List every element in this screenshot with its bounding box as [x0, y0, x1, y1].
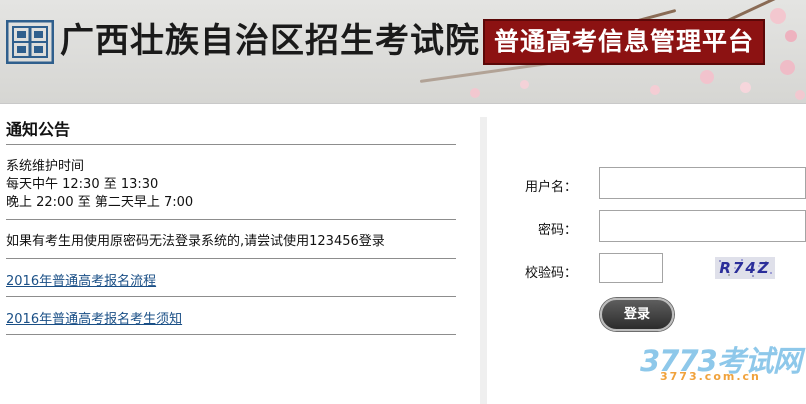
watermark-url: 3773.com.cn — [660, 370, 761, 383]
list-item: 2016年普通高考报名考生须知 — [6, 297, 456, 335]
blossom-flower — [785, 30, 797, 42]
password-field[interactable] — [599, 210, 806, 242]
captcha-field[interactable] — [599, 253, 663, 283]
captcha-label: 校验码： — [524, 266, 577, 281]
org-name: 广西壮族自治区招生考试院 — [60, 21, 480, 61]
notice-panel: 通知公告 系统维护时间 每天中午 12:30 至 13:30 晚上 22:00 … — [6, 112, 456, 335]
captcha-image[interactable]: R74Z — [715, 257, 775, 279]
notice-link-registration-guide[interactable]: 2016年普通高考报名考生须知 — [6, 312, 182, 327]
site-header: 广西壮族自治区招生考试院 普通高考信息管理平台 — [0, 0, 806, 104]
notice-link-registration-process[interactable]: 2016年普通高考报名流程 — [6, 274, 156, 289]
notice-title: 通知公告 — [6, 112, 456, 145]
blossom-flower — [795, 90, 805, 100]
login-button[interactable]: 登录 — [600, 298, 674, 331]
blossom-flower — [650, 85, 660, 95]
blossom-flower — [520, 80, 529, 89]
platform-title: 普通高考信息管理平台 — [483, 19, 765, 65]
blossom-flower — [770, 8, 786, 24]
blossom-flower — [780, 60, 795, 75]
password-tip: 如果有考生用使用原密码无法登录系统的,请尝试使用123456登录 — [6, 220, 456, 259]
username-field[interactable] — [599, 167, 806, 199]
maintenance-notice: 系统维护时间 每天中午 12:30 至 13:30 晚上 22:00 至 第二天… — [6, 145, 456, 220]
logo-icon — [6, 20, 54, 64]
maintenance-line: 晚上 22:00 至 第二天早上 7:00 — [6, 195, 194, 210]
list-item: 2016年普通高考报名流程 — [6, 259, 456, 297]
blossom-flower — [700, 70, 714, 84]
blossom-flower — [740, 82, 751, 93]
captcha-text: R74Z — [719, 259, 771, 277]
maintenance-heading: 系统维护时间 — [6, 159, 85, 174]
blossom-flower — [470, 88, 480, 98]
panel-divider — [480, 117, 487, 404]
password-label: 密码： — [537, 223, 577, 238]
maintenance-line: 每天中午 12:30 至 13:30 — [6, 177, 159, 192]
username-label: 用户名： — [524, 180, 577, 195]
